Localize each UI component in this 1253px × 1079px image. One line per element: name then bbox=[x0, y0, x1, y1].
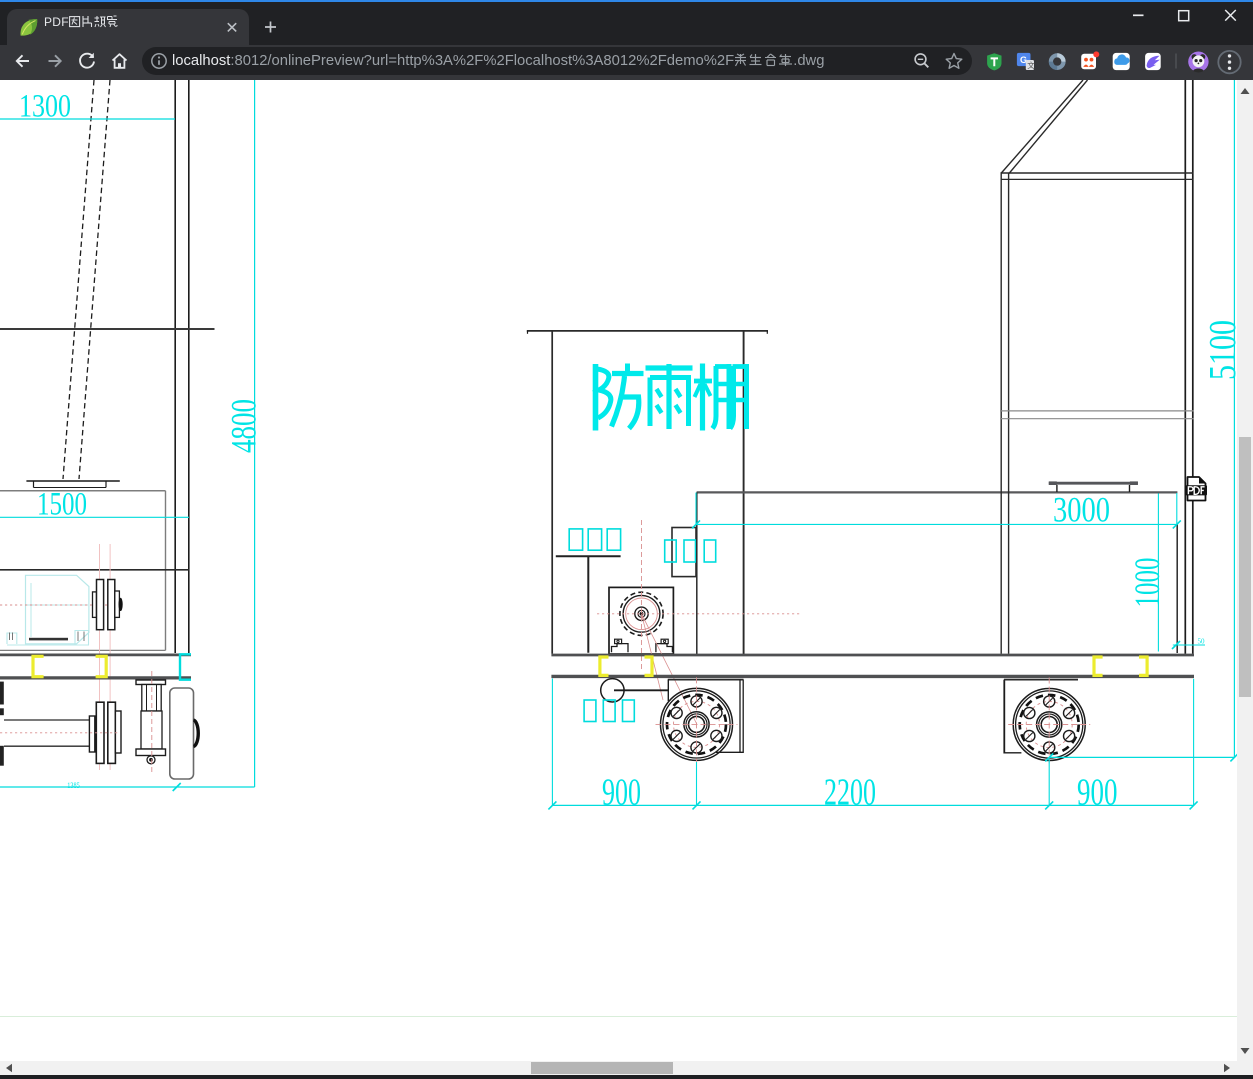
svg-text:5100: 5100 bbox=[1202, 320, 1237, 380]
svg-text:1300: 1300 bbox=[19, 89, 71, 125]
svg-text:1385: 1385 bbox=[67, 780, 80, 790]
svg-text:文: 文 bbox=[1027, 60, 1035, 70]
svg-text:2200: 2200 bbox=[824, 772, 876, 814]
svg-text:50: 50 bbox=[1198, 638, 1206, 646]
svg-text:4800: 4800 bbox=[224, 399, 264, 453]
svg-text:900: 900 bbox=[1077, 772, 1118, 814]
svg-text:900: 900 bbox=[602, 772, 641, 814]
svg-text:3000: 3000 bbox=[1053, 490, 1110, 530]
svg-text:1000: 1000 bbox=[1127, 558, 1167, 608]
